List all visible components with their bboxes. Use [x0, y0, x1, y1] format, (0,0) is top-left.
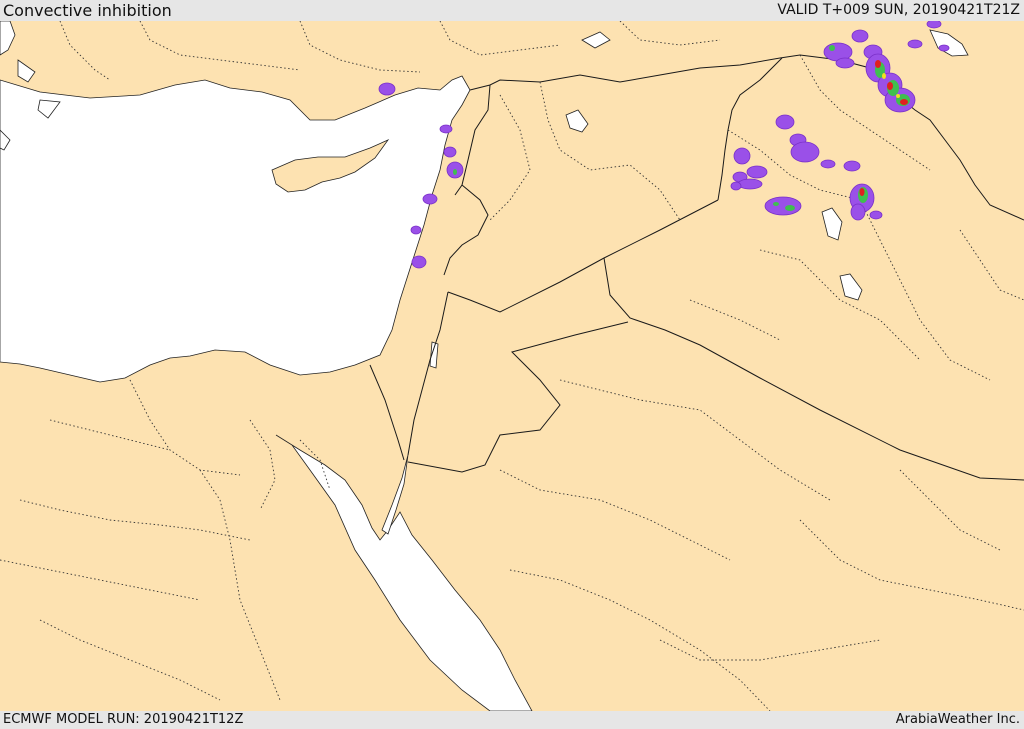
header-bar: Convective inhibition VALID T+009 SUN, 2…	[0, 0, 1024, 21]
footer-bar: ECMWF MODEL RUN: 20190421T12Z ArabiaWeat…	[0, 711, 1024, 729]
credit-label: ArabiaWeather Inc.	[895, 712, 1020, 727]
map-title: Convective inhibition	[3, 1, 172, 20]
model-run-label: ECMWF MODEL RUN: 20190421T12Z	[3, 712, 244, 727]
weather-map	[0, 21, 1024, 711]
valid-time: VALID T+009 SUN, 20190421T21Z	[777, 2, 1020, 18]
